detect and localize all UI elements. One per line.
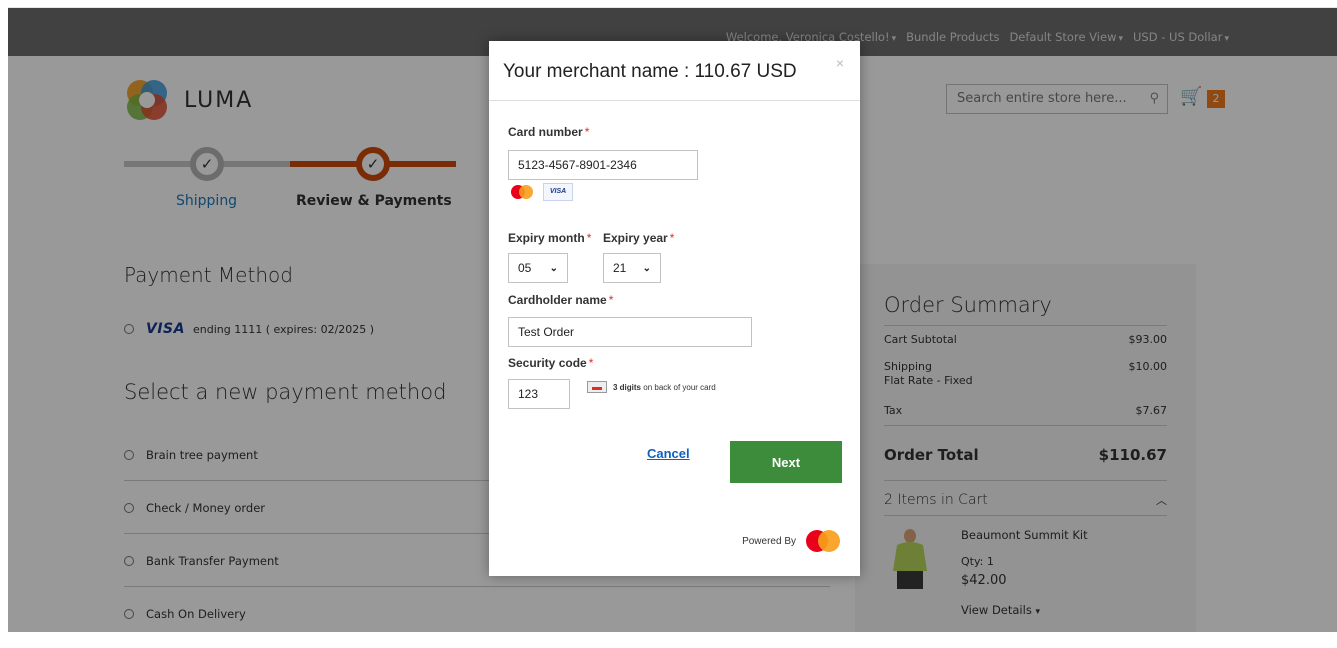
expiry-month-select[interactable]: 05 ⌄ [508, 253, 568, 283]
expiry-year-select[interactable]: 21 ⌄ [603, 253, 661, 283]
card-number-input[interactable]: 5123-4567-8901-2346 [508, 150, 698, 180]
mastercard-icon [511, 185, 533, 199]
cardholder-label: Cardholder name * [508, 293, 614, 307]
chevron-down-icon: ⌄ [549, 262, 558, 274]
close-icon[interactable]: × [836, 55, 844, 71]
card-number-label: Card number * [508, 125, 590, 139]
card-back-icon [587, 381, 607, 393]
expiry-year-label: Expiry year * [603, 231, 675, 245]
next-button[interactable]: Next [730, 441, 842, 483]
security-code-label: Security code * [508, 356, 594, 370]
mastercard-logo-icon [806, 530, 840, 552]
card-brand-icons: VISA [509, 183, 573, 201]
visa-icon: VISA [543, 183, 573, 201]
chevron-down-icon: ⌄ [642, 262, 651, 274]
cancel-link[interactable]: Cancel [647, 446, 690, 461]
payment-modal: Your merchant name : 110.67 USD × Card n… [489, 41, 860, 576]
security-code-input[interactable]: 123 [508, 379, 570, 409]
modal-header: Your merchant name : 110.67 USD × [489, 41, 860, 101]
cvv-hint: 3 digits on back of your card [587, 381, 716, 393]
modal-title: Your merchant name : 110.67 USD [503, 61, 797, 82]
cardholder-input[interactable]: Test Order [508, 317, 752, 347]
expiry-month-label: Expiry month * [508, 231, 592, 245]
powered-by: Powered By [742, 529, 842, 553]
browser-viewport: Welcome, Veronica Costello! ▾ Bundle Prod… [8, 7, 1337, 632]
